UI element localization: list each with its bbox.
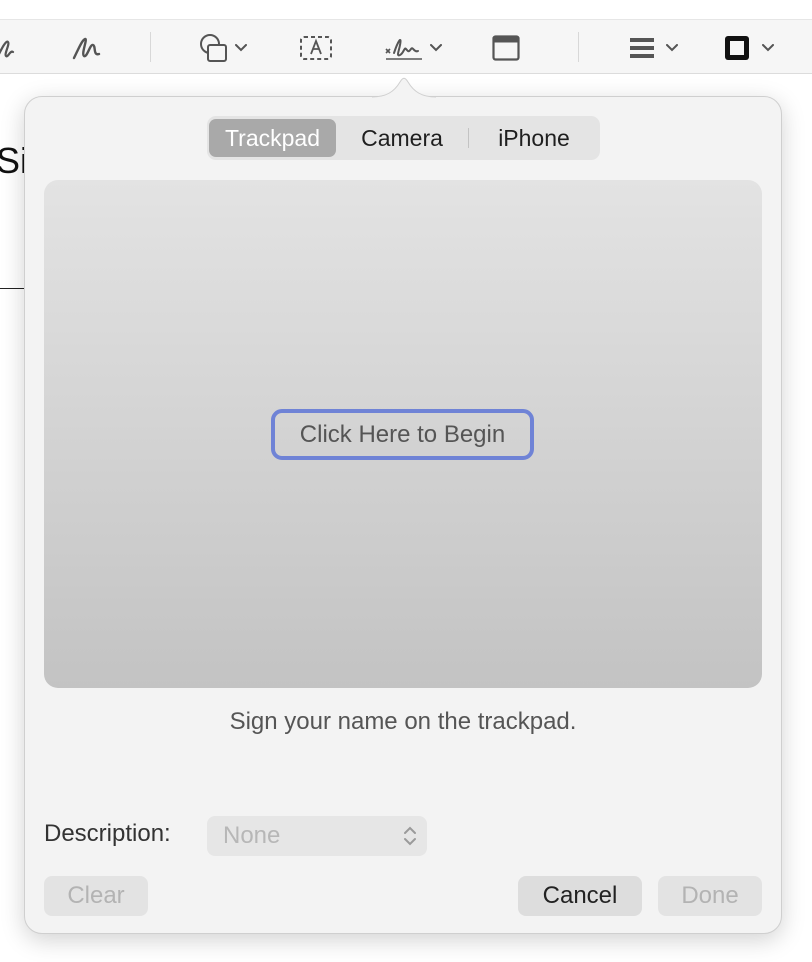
source-segmented-control: Trackpad Camera iPhone xyxy=(207,116,600,160)
segment-divider xyxy=(468,128,469,148)
stepper-icon xyxy=(404,826,416,846)
draw-button[interactable] xyxy=(71,20,103,75)
note-button[interactable] xyxy=(492,20,520,75)
popover-arrow xyxy=(372,77,436,98)
draw-icon xyxy=(72,37,101,59)
done-button[interactable]: Done xyxy=(658,876,762,916)
markup-toolbar xyxy=(0,19,812,74)
sign-icon xyxy=(385,38,422,60)
shapes-button[interactable] xyxy=(199,20,247,75)
toolbar-separator xyxy=(578,32,579,62)
clear-button[interactable]: Clear xyxy=(44,876,148,916)
chevron-down-icon xyxy=(762,43,774,51)
tab-camera[interactable]: Camera xyxy=(338,119,466,157)
sketch-icon xyxy=(0,40,15,57)
note-icon xyxy=(492,34,520,61)
shapes-icon xyxy=(200,33,227,62)
border-color-button[interactable] xyxy=(724,20,774,75)
tab-trackpad[interactable]: Trackpad xyxy=(209,119,336,157)
description-select[interactable]: None xyxy=(207,816,427,856)
chevron-down-icon xyxy=(235,43,247,51)
instruction-text: Sign your name on the trackpad. xyxy=(229,708,577,735)
text-box-icon xyxy=(300,35,332,60)
line-style-icon xyxy=(630,37,654,58)
sketch-button[interactable] xyxy=(0,20,16,75)
chevron-down-icon xyxy=(666,43,678,51)
chevron-down-icon xyxy=(430,43,442,51)
toolbar-separator xyxy=(150,32,151,62)
click-to-begin-button[interactable]: Click Here to Begin xyxy=(271,409,534,460)
line-style-button[interactable] xyxy=(630,20,678,75)
description-label: Description: xyxy=(44,820,171,847)
sign-button[interactable] xyxy=(384,20,442,75)
tab-iphone[interactable]: iPhone xyxy=(470,119,598,157)
description-value: None xyxy=(223,822,281,849)
border-color-icon xyxy=(725,35,749,60)
cancel-button[interactable]: Cancel xyxy=(518,876,642,916)
window-top-strip xyxy=(0,0,812,19)
text-box-button[interactable] xyxy=(300,20,332,75)
document-signature-line xyxy=(0,288,26,289)
